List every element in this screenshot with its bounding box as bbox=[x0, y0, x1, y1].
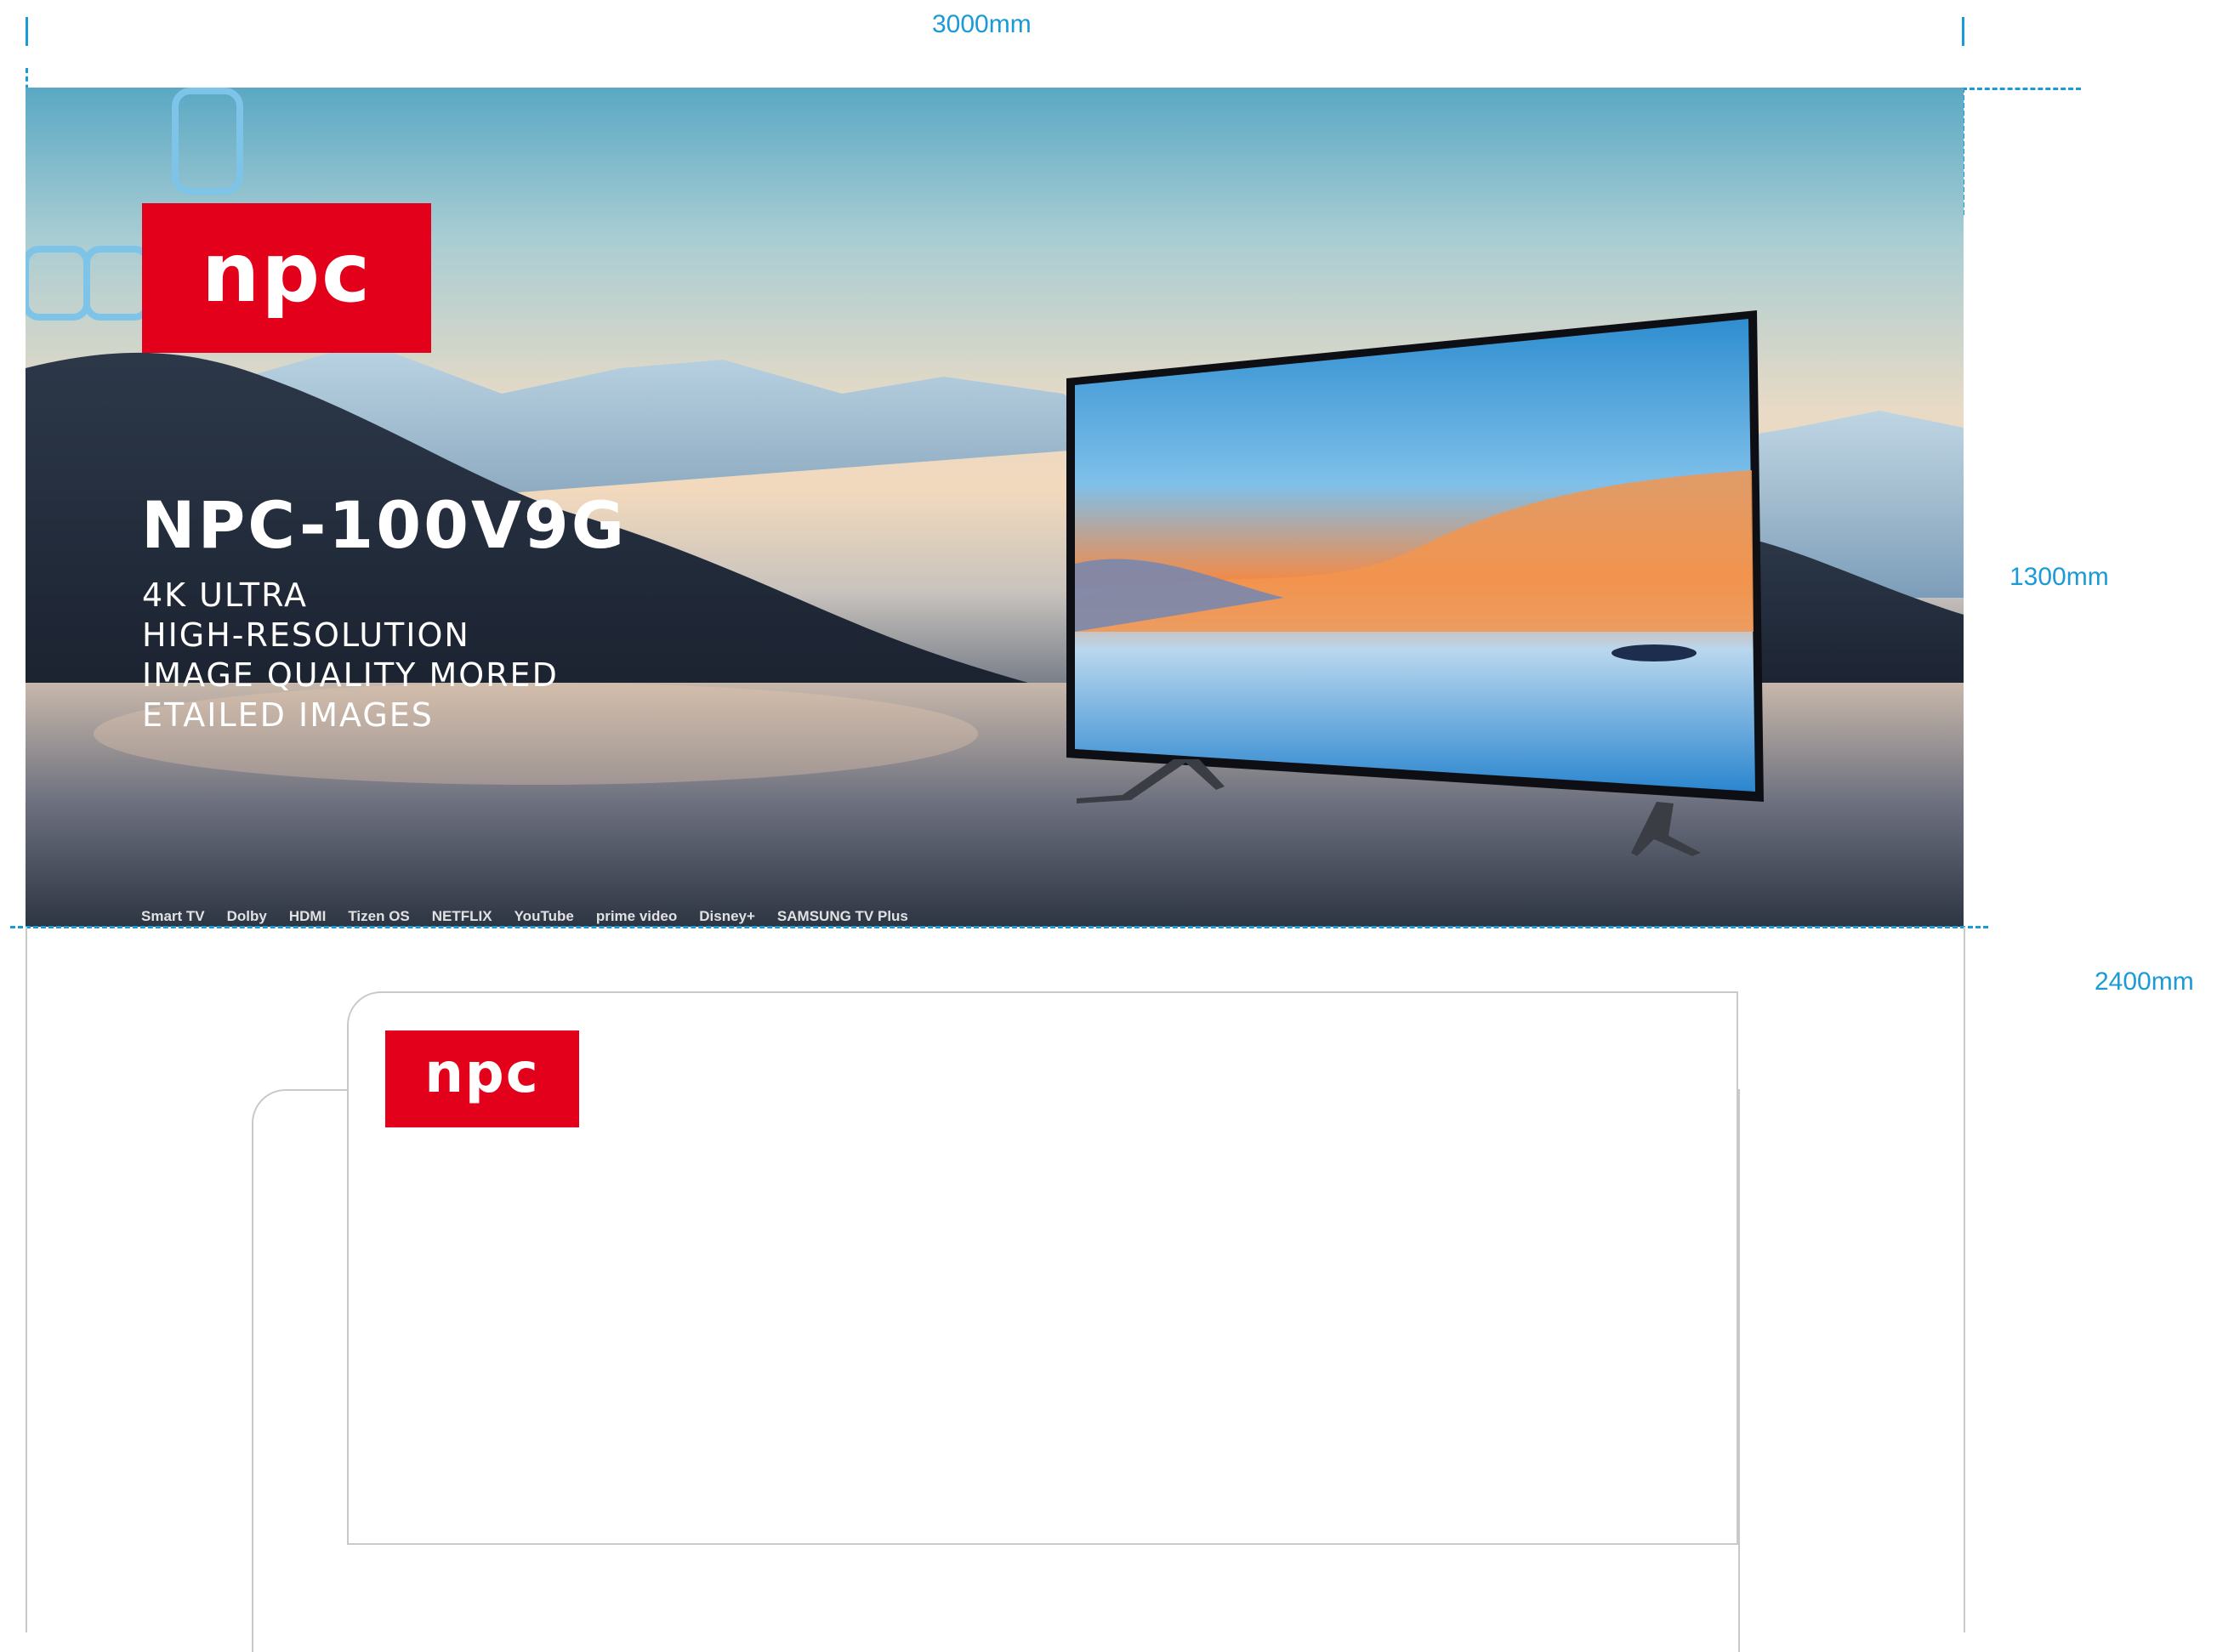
width-tick-right bbox=[1962, 17, 1964, 46]
width-tick-left bbox=[26, 17, 28, 46]
tizen-os-logo: Tizen OS bbox=[348, 908, 410, 924]
brand-logo: npc bbox=[142, 203, 431, 353]
prime-video-logo: prime video bbox=[595, 908, 678, 924]
total-height-label: 2400mm bbox=[2095, 968, 2194, 996]
width-dimension-label: 3000mm bbox=[932, 10, 1032, 38]
tagline-line-4: ETAILED IMAGES bbox=[142, 696, 434, 734]
netflix-logo: NETFLIX bbox=[431, 908, 492, 924]
brand-logo-small: npc bbox=[385, 1030, 579, 1127]
disney-plus-logo: Disney+ bbox=[699, 908, 755, 924]
banner-height-label: 1300mm bbox=[2009, 563, 2109, 591]
dolby-logo: Dolby bbox=[226, 908, 267, 924]
samsung-tv-plus-logo: SAMSUNG TV Plus bbox=[776, 908, 908, 924]
tv-banner: npc NPC-100V9G 4K ULTRA HIGH-RESOLUTION … bbox=[26, 88, 1964, 927]
model-title: NPC-100V9G bbox=[141, 487, 628, 563]
feature-logos: Smart TV Dolby HDMI Tizen OS NETFLIX You… bbox=[141, 904, 908, 927]
top-right-guide-line bbox=[1962, 88, 2081, 90]
hdmi-logo: HDMI bbox=[288, 908, 327, 924]
tagline-line-1: 4K ULTRA bbox=[142, 576, 308, 614]
tagline-line-2: HIGH-RESOLUTION bbox=[142, 616, 470, 654]
smart-tv-logo: Smart TV bbox=[141, 908, 205, 924]
youtube-logo: YouTube bbox=[514, 908, 574, 924]
tagline-line-3: IMAGE QUALITY MORED bbox=[142, 656, 559, 694]
